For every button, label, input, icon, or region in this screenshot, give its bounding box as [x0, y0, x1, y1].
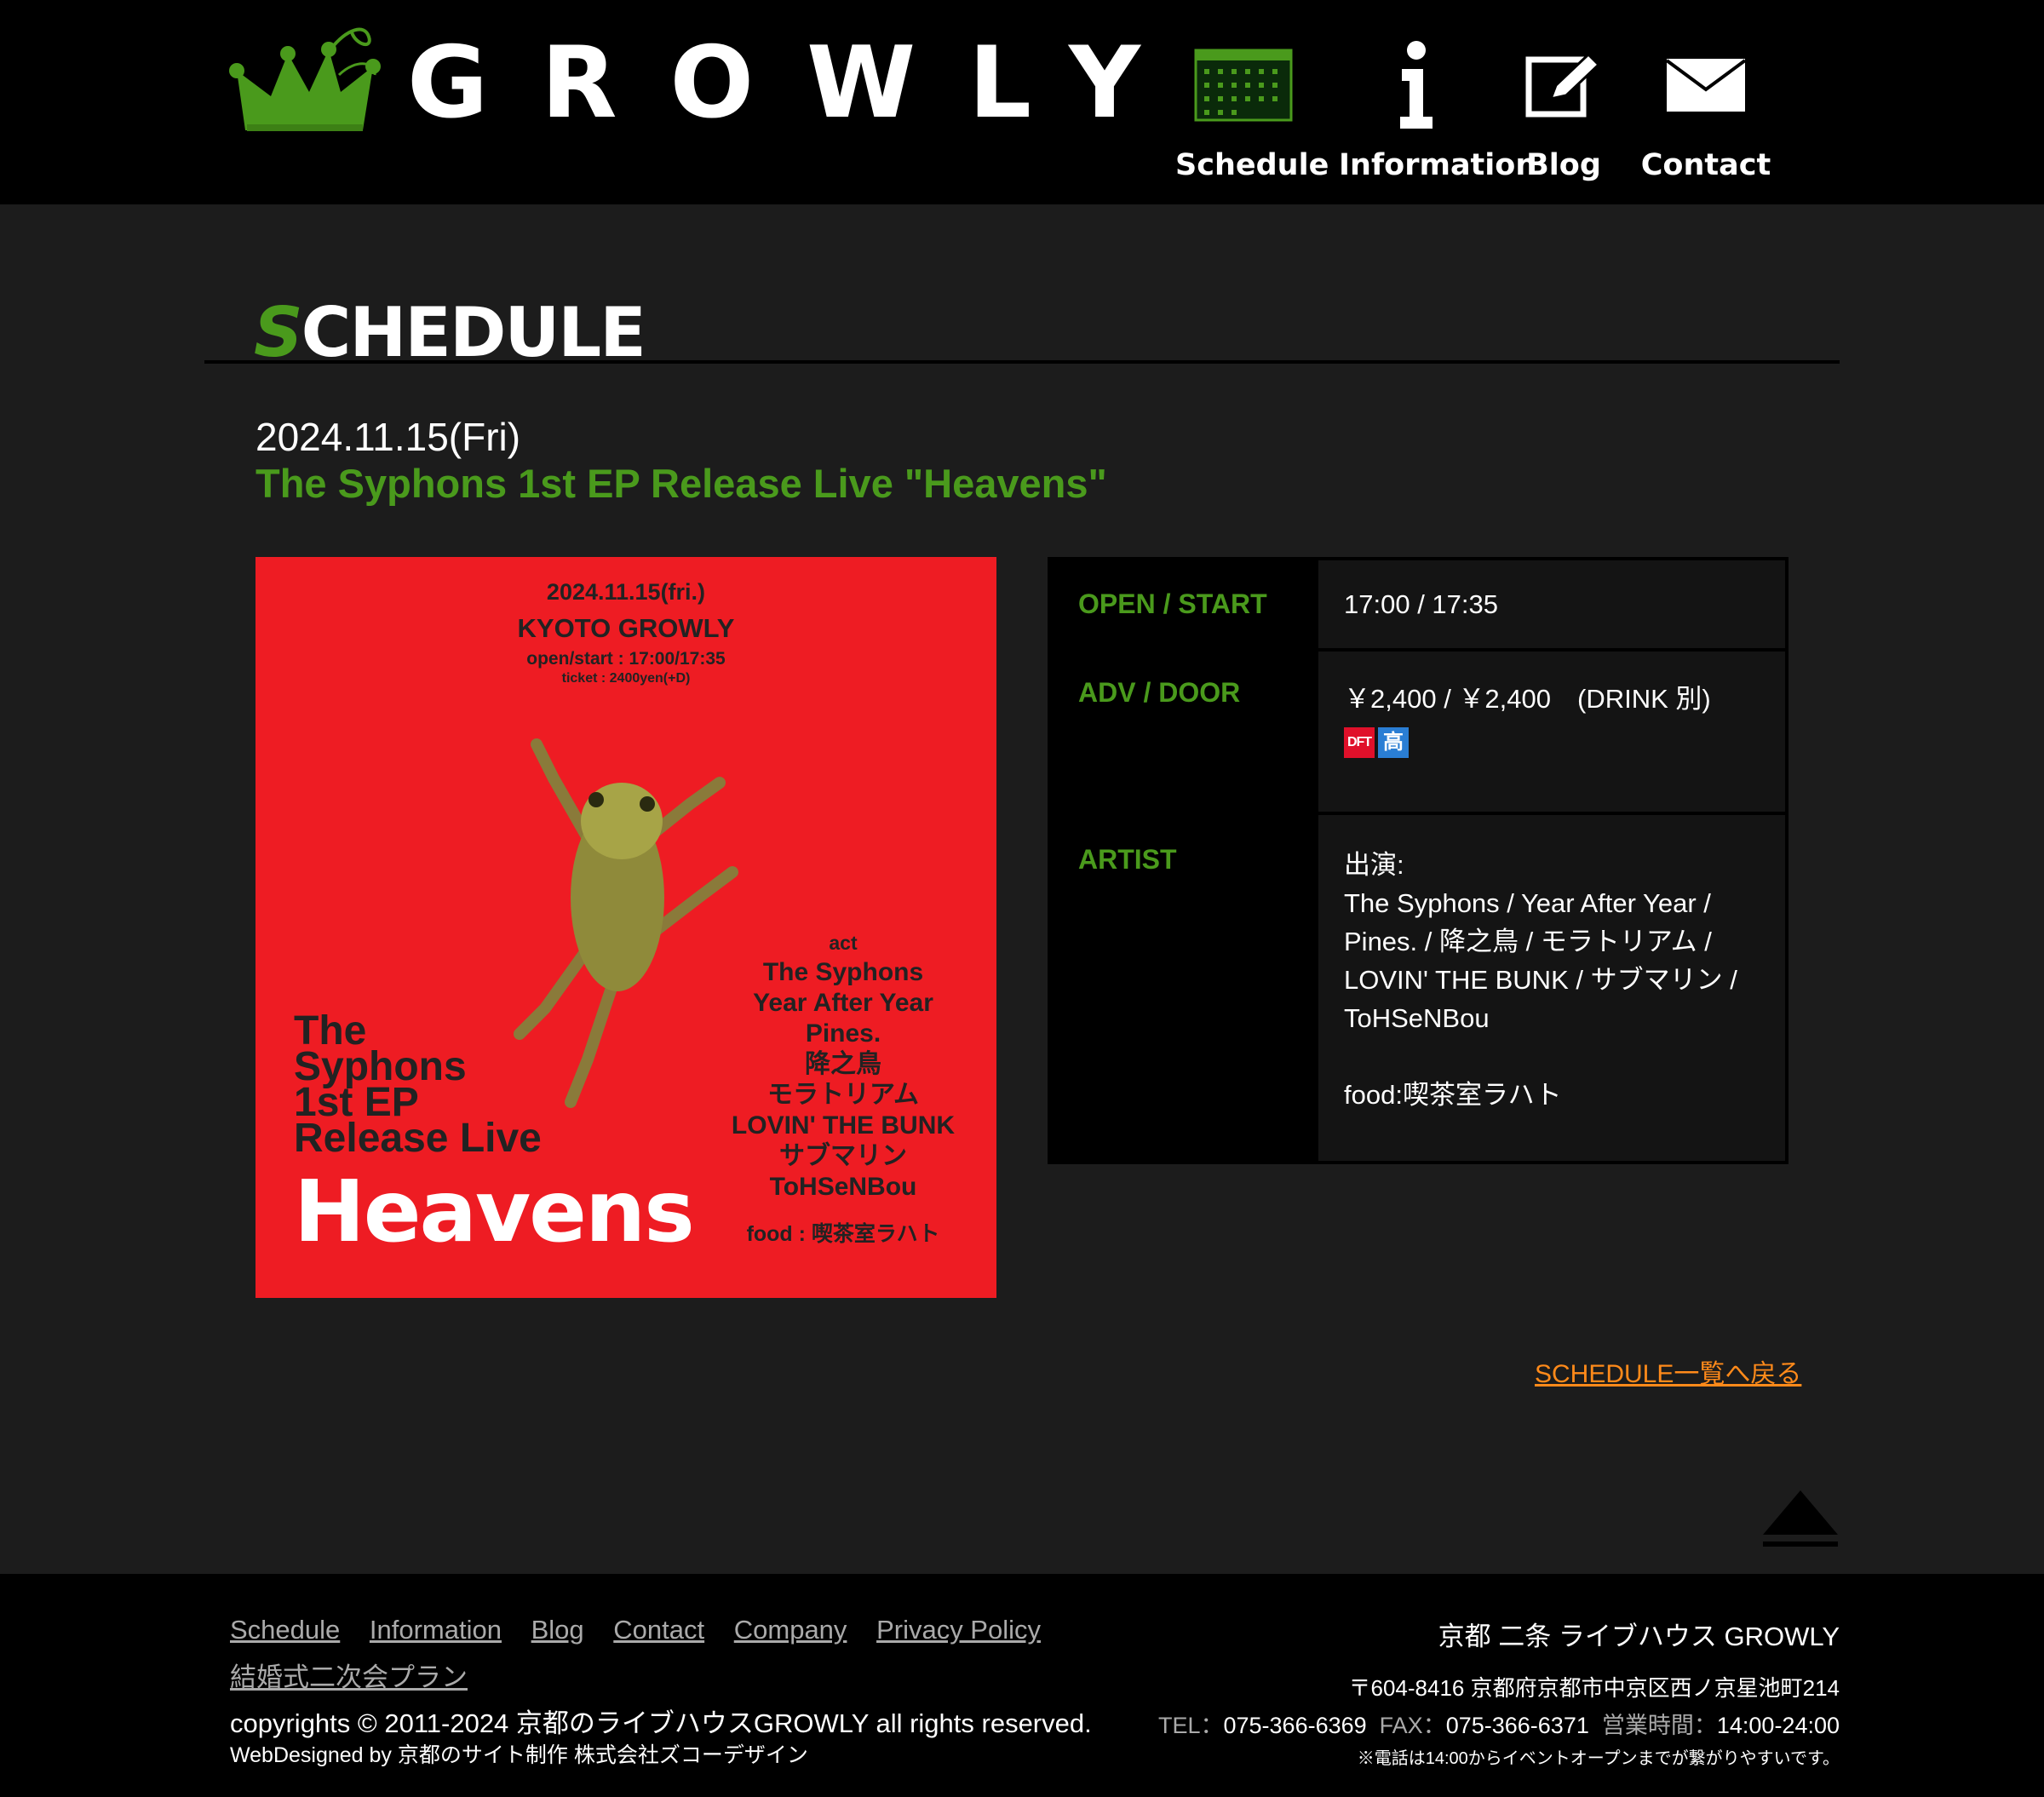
artist-cell: 出演: The Syphons / Year After Year / Pine…	[1315, 812, 1788, 1164]
footer-link-contact[interactable]: Contact	[613, 1615, 704, 1645]
table-row: OPEN / START 17:00 / 17:35	[1048, 557, 1788, 652]
footer-address: 〒604-8416 京都府京都市中京区西ノ京星池町214	[1348, 1675, 1840, 1701]
event-info-table: OPEN / START 17:00 / 17:35 ADV / DOOR ￥2…	[1048, 557, 1788, 1164]
event-flyer: 2024.11.15(fri.) KYOTO GROWLY open/start…	[256, 557, 996, 1298]
footer-link-privacy[interactable]: Privacy Policy	[876, 1615, 1041, 1645]
flyer-artist: ToHSeNBou	[769, 1173, 917, 1201]
crown-icon	[229, 27, 381, 131]
flyer-artist: 降之鳥	[805, 1050, 881, 1078]
flyer-title: The Syphons 1st EP Release Live	[294, 1011, 542, 1161]
main-nav: Schedule Information Blog Contact	[1175, 37, 1771, 182]
artist-line: Pines. / 降之鳥 / モラトリアム /	[1344, 927, 1712, 956]
flyer-artist: LOVIN' THE BUNK	[731, 1111, 956, 1140]
badge-group: DFT 高	[1344, 727, 1785, 758]
flyer-artist: サブマリン	[779, 1142, 907, 1170]
triangle-up-icon	[1763, 1490, 1838, 1547]
fax-number: 075-366-6371	[1445, 1713, 1589, 1738]
footer-venue-name: 京都 二条 ライブハウス GROWLY	[1438, 1622, 1840, 1651]
flyer-title-line: Release Live	[294, 1116, 542, 1161]
table-row: ARTIST 出演: The Syphons / Year After Year…	[1048, 812, 1788, 1164]
footer-links: Schedule Information Blog Contact Compan…	[230, 1606, 1082, 1702]
flyer-artists: The Syphons Year After Year Pines. 降之鳥 モ…	[715, 957, 971, 1203]
nav-information[interactable]: Information	[1339, 37, 1537, 182]
flyer-ticket: ticket : 2400yen(+D)	[561, 671, 691, 686]
flyer-act-label: act	[829, 932, 858, 954]
flyer-title-big: Heavens	[294, 1162, 695, 1261]
flyer-artist: Year After Year	[753, 989, 933, 1017]
site-logo[interactable]: GROWLY	[228, 24, 1193, 143]
back-to-schedule-link[interactable]: SCHEDULE一覧へ戻る	[1535, 1352, 1801, 1390]
price-label: ADV / DOOR	[1048, 648, 1318, 815]
footer-link-company[interactable]: Company	[734, 1615, 847, 1645]
calendar-icon	[1194, 49, 1293, 122]
tel-number: 075-366-6369	[1223, 1713, 1367, 1738]
artist-line: The Syphons / Year After Year /	[1344, 888, 1711, 918]
mail-icon	[1665, 59, 1747, 112]
high-school-badge: 高	[1378, 727, 1409, 758]
flyer-artist: モラトリアム	[767, 1081, 919, 1109]
artist-food: food:喫茶室ラハト	[1344, 1080, 1562, 1110]
hours-label: 営業時間：	[1601, 1713, 1717, 1738]
footer-note: ※電話は14:00からイベントオープンまでが繋がりやすいです。	[1357, 1749, 1840, 1768]
event-title: The Syphons 1st EP Release Live "Heavens…	[256, 461, 1107, 506]
flyer-artist: The Syphons	[762, 958, 924, 986]
fax-label: FAX：	[1379, 1713, 1446, 1738]
designer-credit: WebDesigned by 京都のサイト制作 株式会社ズコーデザイン	[230, 1743, 808, 1767]
nav-label: Schedule	[1175, 148, 1329, 182]
artist-label: ARTIST	[1048, 812, 1318, 1164]
nav-schedule[interactable]: Schedule	[1175, 37, 1329, 182]
footer-link-blog[interactable]: Blog	[531, 1615, 584, 1645]
nav-label: Contact	[1640, 148, 1771, 182]
nav-blog[interactable]: Blog	[1521, 37, 1606, 182]
site-footer: Schedule Information Blog Contact Compan…	[0, 1574, 2044, 1797]
divider	[204, 360, 1840, 364]
flyer-venue: KYOTO GROWLY	[517, 613, 735, 643]
price-value: ￥2,400 / ￥2,400 (DRINK 別)	[1344, 684, 1711, 714]
flyer-food: food : 喫茶室ラハト	[746, 1222, 940, 1246]
logo-text: GROWLY	[407, 26, 1193, 141]
flyer-date: 2024.11.15(fri.)	[546, 579, 706, 605]
footer-link-wedding-plan[interactable]: 結婚式二次会プラン	[230, 1662, 468, 1692]
site-header: GROWLY Schedule Information Blog Contact	[0, 0, 2044, 204]
open-label: OPEN / START	[1048, 557, 1318, 652]
pencil-icon	[1525, 52, 1601, 118]
artist-line: ToHSeNBou	[1344, 1003, 1490, 1033]
info-icon	[1400, 41, 1433, 129]
hours-value: 14:00-24:00	[1716, 1713, 1840, 1738]
nav-label: Blog	[1526, 148, 1601, 182]
flyer-artist: Pines.	[805, 1019, 881, 1048]
table-row: ADV / DOOR ￥2,400 / ￥2,400 (DRINK 別) DFT…	[1048, 648, 1788, 815]
scroll-to-top-button[interactable]	[1761, 1487, 1840, 1551]
footer-link-schedule[interactable]: Schedule	[230, 1615, 340, 1645]
flyer-open: open/start : 17:00/17:35	[526, 649, 726, 669]
artist-intro: 出演:	[1344, 850, 1404, 880]
footer-contact-line: TEL：075-366-6369 FAX：075-366-6371 営業時間：1…	[1158, 1707, 1840, 1740]
artist-line: LOVIN' THE BUNK / サブマリン /	[1344, 965, 1737, 995]
dft-badge: DFT	[1344, 727, 1375, 758]
copyright: copyrights © 2011-2024 京都のライブハウスGROWLY a…	[230, 1708, 1092, 1738]
nav-contact[interactable]: Contact	[1640, 37, 1771, 182]
open-value: 17:00 / 17:35	[1315, 557, 1788, 652]
tel-label: TEL：	[1157, 1713, 1224, 1738]
nav-label: Information	[1339, 148, 1537, 182]
event-date: 2024.11.15(Fri)	[256, 415, 521, 459]
price-cell: ￥2,400 / ￥2,400 (DRINK 別) DFT 高	[1315, 648, 1788, 815]
footer-link-information[interactable]: Information	[370, 1615, 502, 1645]
